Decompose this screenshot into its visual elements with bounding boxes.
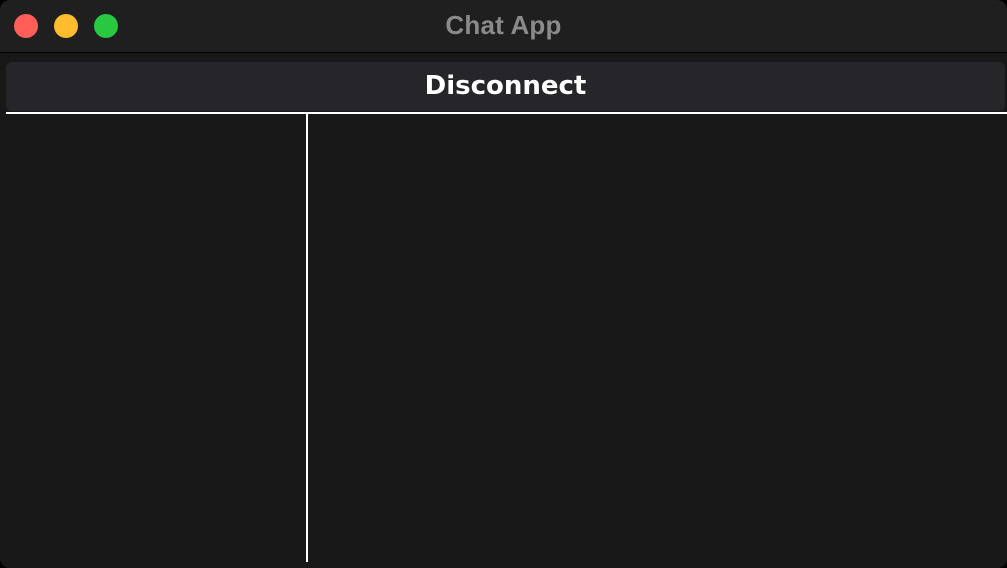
- window-title: Chat App: [445, 10, 562, 40]
- title-bar[interactable]: Chat App: [0, 0, 1007, 53]
- chat-messages-pane[interactable]: [308, 114, 1007, 562]
- main-content: Disconnect: [0, 53, 1007, 568]
- disconnect-button[interactable]: Disconnect: [6, 62, 1005, 111]
- app-window: Chat App Disconnect: [0, 0, 1007, 568]
- user-list-pane[interactable]: [6, 114, 306, 562]
